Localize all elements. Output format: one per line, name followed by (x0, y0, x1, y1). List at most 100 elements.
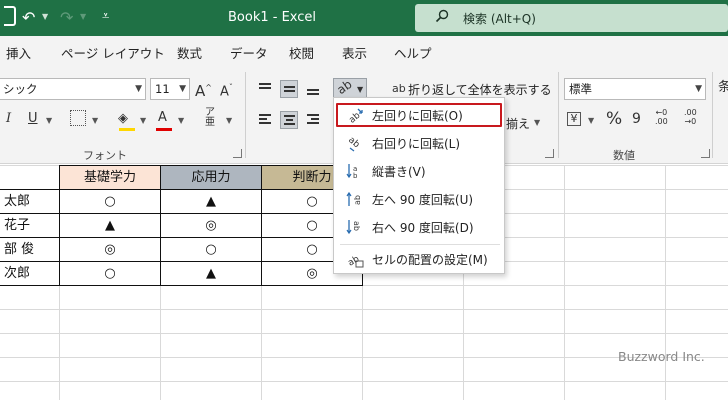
row-name-cell[interactable]: 部 俊 (0, 238, 59, 262)
customize-quick-access-icon[interactable]: ⩡ (102, 7, 109, 27)
tab-page-layout[interactable]: ページ レイアウト (61, 43, 165, 62)
table-cell[interactable]: ○ (60, 190, 160, 214)
group-separator (712, 72, 713, 158)
alignment-dialog-launcher-icon[interactable] (545, 149, 554, 158)
align-bottom-icon[interactable] (304, 80, 322, 98)
rotate-clockwise-icon: ab (346, 135, 361, 152)
menu-item-label: 右回りに回転(L) (372, 137, 461, 151)
italic-icon[interactable]: I (6, 109, 11, 129)
font-name-combo[interactable]: シック ▼ (0, 78, 146, 100)
chevron-down-icon[interactable]: ▼ (135, 79, 142, 99)
vertical-text-icon: a b (346, 164, 358, 180)
borders-icon[interactable] (70, 110, 86, 126)
table-cell[interactable]: ○ (161, 238, 261, 262)
menu-item-rotate-text-up[interactable]: ab 左へ 90 度回転(U) (336, 187, 502, 211)
align-center-icon[interactable] (280, 111, 298, 129)
font-size-value: 11 (155, 82, 170, 96)
font-dialog-launcher-icon[interactable] (233, 149, 242, 158)
menu-item-rotate-text-down[interactable]: ab 右へ 90 度回転(D) (336, 215, 502, 239)
chevron-down-icon[interactable]: ▼ (226, 116, 232, 125)
row-name-cell[interactable]: 次郎 (0, 262, 59, 286)
decrease-decimal-icon[interactable]: .00 →0 (684, 108, 697, 126)
document-title: Book1 - Excel (228, 10, 317, 25)
align-top-icon[interactable] (256, 80, 274, 98)
redo-dropdown-icon: ▼ (80, 12, 87, 21)
phonetic-guide-icon[interactable]: ア亜 (205, 108, 215, 128)
chevron-down-icon[interactable]: ▼ (178, 116, 184, 125)
fill-color-icon[interactable]: ◈ (118, 109, 128, 129)
svg-text:ab: ab (352, 221, 361, 231)
chevron-down-icon[interactable]: ▼ (588, 116, 594, 125)
menu-separator (340, 244, 500, 245)
chevron-down-icon[interactable]: ▼ (140, 116, 146, 125)
watermark: Buzzword Inc. (618, 349, 705, 364)
percent-style-icon[interactable]: % (606, 109, 622, 129)
table-cell[interactable]: ◎ (60, 238, 160, 262)
accounting-format-icon[interactable]: ¥ (567, 112, 581, 126)
chevron-down-icon[interactable]: ▼ (46, 116, 52, 125)
increase-font-size-icon[interactable]: A^ (195, 78, 212, 101)
group-separator (558, 72, 559, 158)
menu-item-cell-alignment[interactable]: ab セルの配置の設定(M) (336, 247, 502, 271)
search-box[interactable]: 検索 (Alt+Q) (415, 4, 728, 32)
tab-data[interactable]: データ (230, 43, 268, 62)
number-format-combo[interactable]: 標準 ▼ (564, 78, 706, 100)
save-icon[interactable] (4, 6, 16, 26)
align-middle-icon[interactable] (280, 80, 298, 98)
font-color-swatch (156, 128, 172, 131)
fill-color-swatch (119, 128, 135, 131)
group-separator (245, 72, 246, 158)
number-format-value: 標準 (569, 82, 592, 96)
wrap-text-icon[interactable]: ab (392, 79, 406, 99)
table-cell[interactable]: ◎ (161, 214, 261, 238)
underline-icon[interactable]: U (28, 109, 38, 129)
tab-help[interactable]: ヘルプ (394, 43, 432, 62)
svg-text:b: b (353, 172, 358, 180)
ribbon-tabs: 挿入 ページ レイアウト 数式 データ 校閲 表示 ヘルプ (0, 36, 728, 66)
search-icon (435, 9, 449, 23)
row-name-cell[interactable]: 花子 (0, 214, 59, 238)
row-name-cell[interactable]: 太郎 (0, 190, 59, 214)
chevron-down-icon[interactable]: ▼ (92, 116, 98, 125)
table-cell[interactable]: ○ (60, 262, 160, 286)
number-dialog-launcher-icon[interactable] (701, 149, 710, 158)
decrease-font-size-icon[interactable]: Aˇ (220, 78, 233, 102)
increase-decimal-icon[interactable]: ←0.00 (655, 108, 668, 126)
merge-center-label[interactable]: 揃え (506, 115, 530, 132)
search-placeholder: 検索 (Alt+Q) (463, 12, 536, 26)
svg-text:ab: ab (353, 195, 362, 205)
comma-style-icon[interactable]: 9 (632, 109, 641, 129)
font-size-combo[interactable]: 11 ▼ (150, 78, 190, 100)
undo-icon[interactable]: ↶ (22, 8, 35, 28)
number-group-label: 数値 (613, 149, 635, 162)
chevron-down-icon[interactable]: ▼ (534, 118, 540, 127)
table-cell[interactable]: ▲ (60, 214, 160, 238)
tab-formulas[interactable]: 数式 (177, 43, 202, 62)
menu-item-rotate-clockwise[interactable]: ab 右回りに回転(L) (336, 131, 502, 155)
menu-item-label: セルの配置の設定(M) (372, 253, 488, 267)
header-cell-basic[interactable]: 基礎学力 (60, 166, 160, 189)
rotate-counterclockwise-icon: ab (347, 108, 363, 124)
header-label: 基礎学力 (83, 170, 136, 185)
align-right-icon[interactable] (304, 111, 322, 129)
chevron-down-icon[interactable]: ▼ (179, 79, 186, 99)
tab-insert[interactable]: 挿入 (6, 43, 31, 62)
menu-item-vertical-text[interactable]: a b 縦書き(V) (336, 159, 502, 183)
svg-text:ab: ab (346, 135, 361, 150)
align-left-icon[interactable] (256, 111, 274, 129)
font-color-icon[interactable]: A (158, 108, 167, 128)
undo-dropdown-icon[interactable]: ▼ (42, 12, 48, 21)
conditional-format-icon[interactable]: 条 (718, 78, 728, 98)
header-label: 判断力 (292, 170, 332, 185)
table-cell[interactable]: ▲ (161, 262, 261, 286)
wrap-text-label[interactable]: 折り返して全体を表示する (408, 81, 552, 98)
chevron-down-icon[interactable]: ▼ (695, 79, 702, 99)
tab-review[interactable]: 校閲 (289, 43, 314, 62)
rotate-text-up-icon: ab (346, 191, 362, 206)
header-cell-applied[interactable]: 応用力 (161, 166, 261, 189)
table-cell[interactable]: ▲ (161, 190, 261, 214)
cell-alignment-icon: ab (346, 254, 364, 268)
rotate-text-down-icon: ab (346, 220, 361, 235)
menu-item-rotate-counterclockwise[interactable]: ab 左回りに回転(O) (336, 103, 502, 127)
tab-view[interactable]: 表示 (342, 43, 367, 62)
